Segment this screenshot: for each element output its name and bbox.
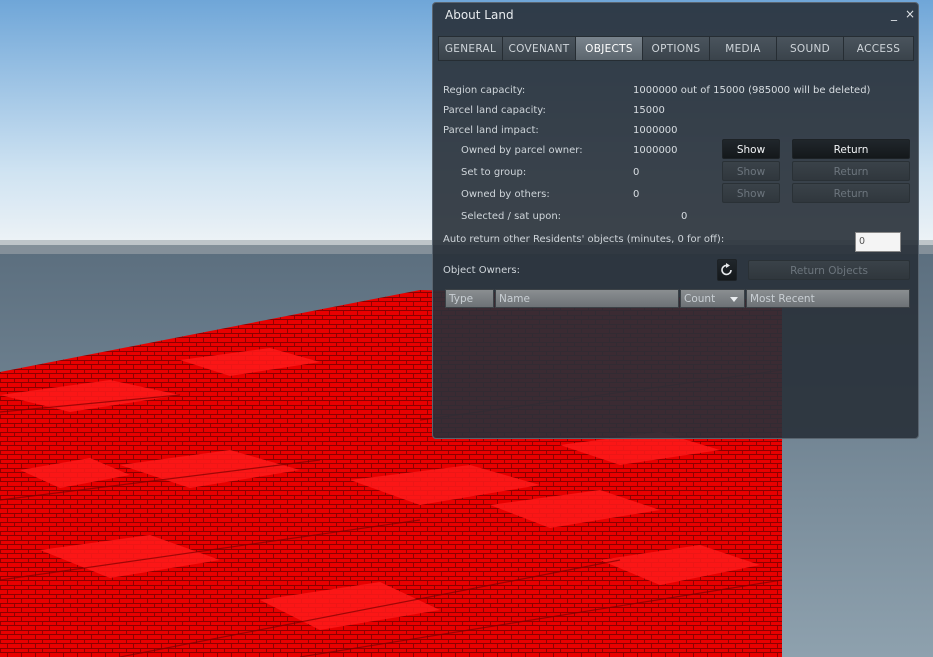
tab-options[interactable]: OPTIONS (642, 36, 710, 61)
refresh-button[interactable] (717, 259, 737, 281)
tab-sound[interactable]: SOUND (776, 36, 844, 61)
parcel-capacity-label: Parcel land capacity: (443, 105, 546, 116)
return-owner-objects-button[interactable]: Return (792, 139, 910, 159)
return-group-objects-button[interactable]: Return (792, 161, 910, 181)
selected-value: 0 (681, 211, 688, 222)
column-type[interactable]: Type (445, 289, 494, 308)
window-title: About Land (445, 8, 514, 22)
region-capacity-value: 1000000 out of 15000 (985000 will be del… (633, 85, 871, 96)
parcel-impact-value: 1000000 (633, 125, 678, 136)
return-others-objects-button[interactable]: Return (792, 183, 910, 203)
column-name[interactable]: Name (495, 289, 679, 308)
refresh-icon (721, 263, 732, 276)
object-owners-label: Object Owners: (443, 265, 520, 276)
owned-by-owner-value: 1000000 (633, 145, 678, 156)
auto-return-input[interactable]: 0 (855, 232, 901, 252)
show-group-objects-button[interactable]: Show (722, 161, 780, 181)
column-most-recent[interactable]: Most Recent (746, 289, 910, 308)
owned-by-others-label: Owned by others: (461, 189, 550, 200)
about-land-window: About Land _ × GENERAL COVENANT OBJECTS … (432, 2, 919, 439)
close-button[interactable]: × (905, 7, 915, 21)
auto-return-label: Auto return other Residents' objects (mi… (443, 234, 725, 245)
minimize-button[interactable]: _ (891, 7, 897, 21)
parcel-impact-label: Parcel land impact: (443, 125, 539, 136)
tab-objects[interactable]: OBJECTS (575, 36, 643, 61)
tab-bar: GENERAL COVENANT OBJECTS OPTIONS MEDIA S… (438, 36, 914, 61)
tab-access[interactable]: ACCESS (843, 36, 914, 61)
window-titlebar[interactable]: About Land _ × (433, 3, 918, 27)
set-to-group-label: Set to group: (461, 167, 527, 178)
owned-by-others-value: 0 (633, 189, 640, 200)
region-capacity-label: Region capacity: (443, 85, 526, 96)
set-to-group-value: 0 (633, 167, 640, 178)
show-owner-objects-button[interactable]: Show (722, 139, 780, 159)
return-objects-button[interactable]: Return Objects (748, 260, 910, 280)
tab-covenant[interactable]: COVENANT (502, 36, 576, 61)
parcel-capacity-value: 15000 (633, 105, 665, 116)
tab-general[interactable]: GENERAL (438, 36, 503, 61)
selected-label: Selected / sat upon: (461, 211, 562, 222)
sort-descending-icon (730, 297, 738, 302)
owned-by-owner-label: Owned by parcel owner: (461, 145, 583, 156)
column-count-label: Count (684, 293, 716, 305)
tab-media[interactable]: MEDIA (709, 36, 777, 61)
show-others-objects-button[interactable]: Show (722, 183, 780, 203)
column-count[interactable]: Count (680, 289, 745, 308)
